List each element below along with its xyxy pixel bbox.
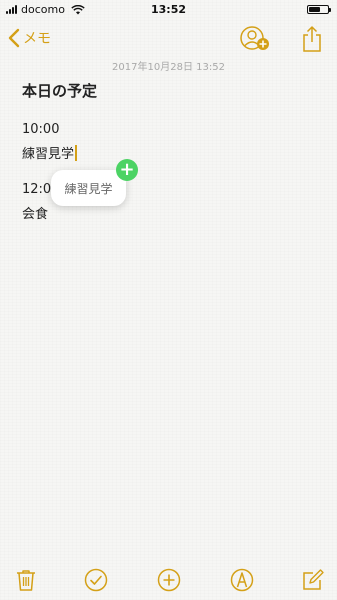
chevron-left-icon [8,28,20,48]
add-badge-symbol: + [119,159,135,180]
add-badge-icon: + [116,159,138,181]
note-line-text: 練習見学 [22,147,75,162]
bottom-toolbar [0,560,337,600]
nav-bar: メモ [0,22,337,56]
text-cursor [75,145,78,161]
note-title[interactable]: 本日の予定 [22,80,97,101]
markup-icon[interactable] [230,568,254,592]
checklist-icon[interactable] [84,568,108,592]
add-person-icon[interactable] [239,25,271,53]
back-label: メモ [23,31,51,47]
note-line-item-1[interactable]: 練習見学 [22,143,78,162]
note-date: 2017年10月28日 13:52 [112,62,225,73]
status-bar: docomo 13:52 [0,0,337,20]
battery-icon [307,5,331,14]
share-icon[interactable] [301,25,323,53]
drag-preview[interactable]: 練習見学 [51,170,126,206]
status-time: 13:52 [150,3,186,16]
back-button[interactable]: メモ [8,28,51,48]
trash-icon[interactable] [14,568,38,592]
note-line-time-1[interactable]: 10:00 [22,122,59,137]
drag-preview-label: 練習見学 [64,181,113,196]
compose-icon[interactable] [301,568,325,592]
add-icon[interactable] [157,568,181,592]
note-line-item-2[interactable]: 会食 [22,203,48,222]
